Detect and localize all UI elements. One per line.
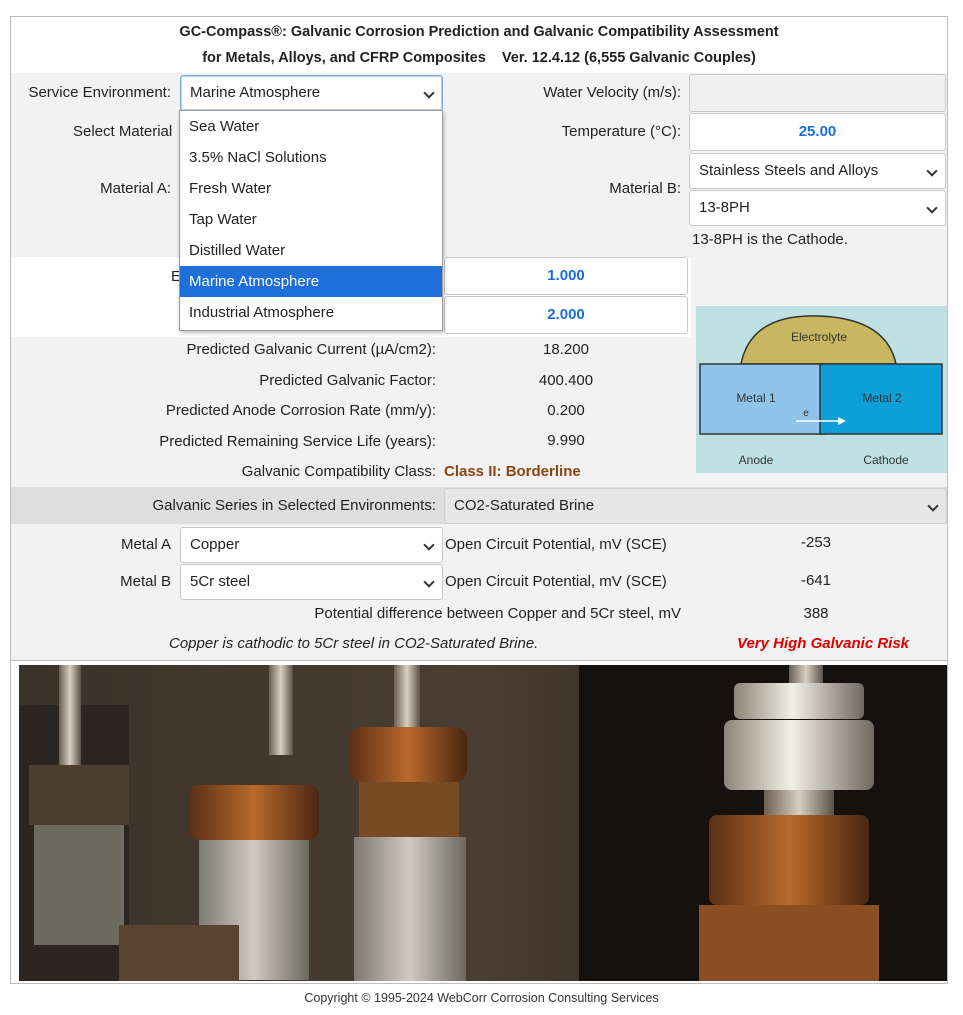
class-value: Class II: Borderline (444, 463, 581, 480)
diagram-metal2: Metal 2 (862, 391, 902, 405)
class-label: Galvanic Compatibility Class: (241, 463, 436, 480)
material-a-label: Material A: (100, 180, 171, 197)
series-environment-select[interactable]: CO2-Saturated Brine (444, 488, 947, 524)
title-line-1: GC-Compass®: Galvanic Corrosion Predicti… (179, 24, 779, 40)
life-label: Predicted Remaining Service Life (years)… (159, 433, 436, 450)
series-environment-selected: CO2-Saturated Brine (454, 497, 595, 514)
calculator-frame: GC-Compass®: Galvanic Corrosion Predicti… (10, 16, 948, 984)
ocp-a-value: -253 (800, 534, 832, 551)
current-label: Predicted Galvanic Current (µA/cm2): (186, 341, 436, 358)
metal-b-select[interactable]: 5Cr steel (180, 564, 443, 600)
diagram-metal1: Metal 1 (736, 391, 776, 405)
chevron-down-icon (926, 202, 938, 214)
metal-b-selected: 5Cr steel (190, 573, 251, 590)
factor-value: 400.400 (538, 372, 594, 389)
metal-a-selected: Copper (190, 536, 240, 553)
diagram-electron: e (803, 408, 809, 419)
corroded-bolts-photo (19, 665, 947, 981)
rate-value: 0.200 (547, 402, 585, 419)
temperature-label: Temperature (°C): (561, 123, 681, 140)
chevron-down-icon (423, 539, 435, 551)
environment-option-distilled-water[interactable]: Distilled Water (180, 235, 442, 266)
environment-select[interactable]: Marine Atmosphere (180, 75, 443, 111)
material-b-category: Stainless Steels and Alloys (699, 162, 879, 179)
current-value: 18.200 (543, 341, 589, 358)
title-line-2: for Metals, Alloys, and CFRP Composites … (202, 50, 756, 66)
area-input-1[interactable]: 1.000 (444, 257, 688, 295)
chevron-down-icon (423, 87, 435, 99)
environment-selected: Marine Atmosphere (190, 84, 321, 101)
temperature-input[interactable]: 25.00 (689, 113, 946, 151)
diagram-cathode: Cathode (863, 453, 909, 467)
material-b-category-select[interactable]: Stainless Steels and Alloys (689, 153, 946, 189)
area-input-2[interactable]: 2.000 (444, 296, 688, 334)
environment-option-marine-atmosphere[interactable]: Marine Atmosphere (180, 266, 442, 297)
environment-dropdown-list: Sea Water 3.5% NaCl Solutions Fresh Wate… (179, 110, 443, 331)
ocp-a-label: Open Circuit Potential, mV (SCE) (445, 536, 667, 553)
diagram-electrolyte: Electrolyte (791, 330, 847, 344)
chevron-down-icon (926, 165, 938, 177)
ocp-b-label: Open Circuit Potential, mV (SCE) (445, 573, 667, 590)
ocp-b-value: -641 (800, 572, 832, 589)
environment-option-sea-water[interactable]: Sea Water (180, 111, 442, 142)
environment-option-nacl[interactable]: 3.5% NaCl Solutions (180, 142, 442, 173)
galvanic-cell-diagram: Electrolyte Metal 1 Metal 2 e Anode Cath… (696, 306, 947, 473)
material-b-alloy-select[interactable]: 13-8PH (689, 190, 946, 226)
series-label: Galvanic Series in Selected Environments… (152, 497, 436, 514)
metal-b-label: Metal B (120, 573, 171, 590)
life-value: 9.990 (547, 432, 585, 449)
diagram-anode: Anode (739, 453, 774, 467)
footer-copyright: Copyright © 1995-2024 WebCorr Corrosion … (304, 991, 659, 1005)
conclusion-text: Copper is cathodic to 5Cr steel in CO2-S… (169, 635, 539, 652)
metal-a-label: Metal A (120, 536, 171, 553)
velocity-input[interactable] (689, 74, 946, 112)
environment-option-industrial-atmosphere[interactable]: Industrial Atmosphere (180, 297, 442, 328)
environment-option-tap-water[interactable]: Tap Water (180, 204, 442, 235)
velocity-label: Water Velocity (m/s): (543, 84, 681, 101)
chevron-down-icon (423, 576, 435, 588)
material-b-label: Material B: (609, 180, 681, 197)
environment-option-fresh-water[interactable]: Fresh Water (180, 173, 442, 204)
risk-level: Very High Galvanic Risk (737, 635, 910, 652)
rate-label: Predicted Anode Corrosion Rate (mm/y): (165, 402, 436, 419)
cathode-note: 13-8PH is the Cathode. (692, 231, 848, 248)
factor-label: Predicted Galvanic Factor: (259, 372, 436, 389)
environment-label: Service Environment: (28, 84, 171, 101)
chevron-down-icon (927, 500, 939, 512)
potential-diff-label: Potential difference between Copper and … (314, 605, 681, 622)
page-title: GC-Compass®: Galvanic Corrosion Predicti… (11, 17, 947, 73)
metal-a-select[interactable]: Copper (180, 527, 443, 563)
material-b-alloy: 13-8PH (699, 199, 750, 216)
potential-diff-value: 388 (803, 605, 829, 622)
